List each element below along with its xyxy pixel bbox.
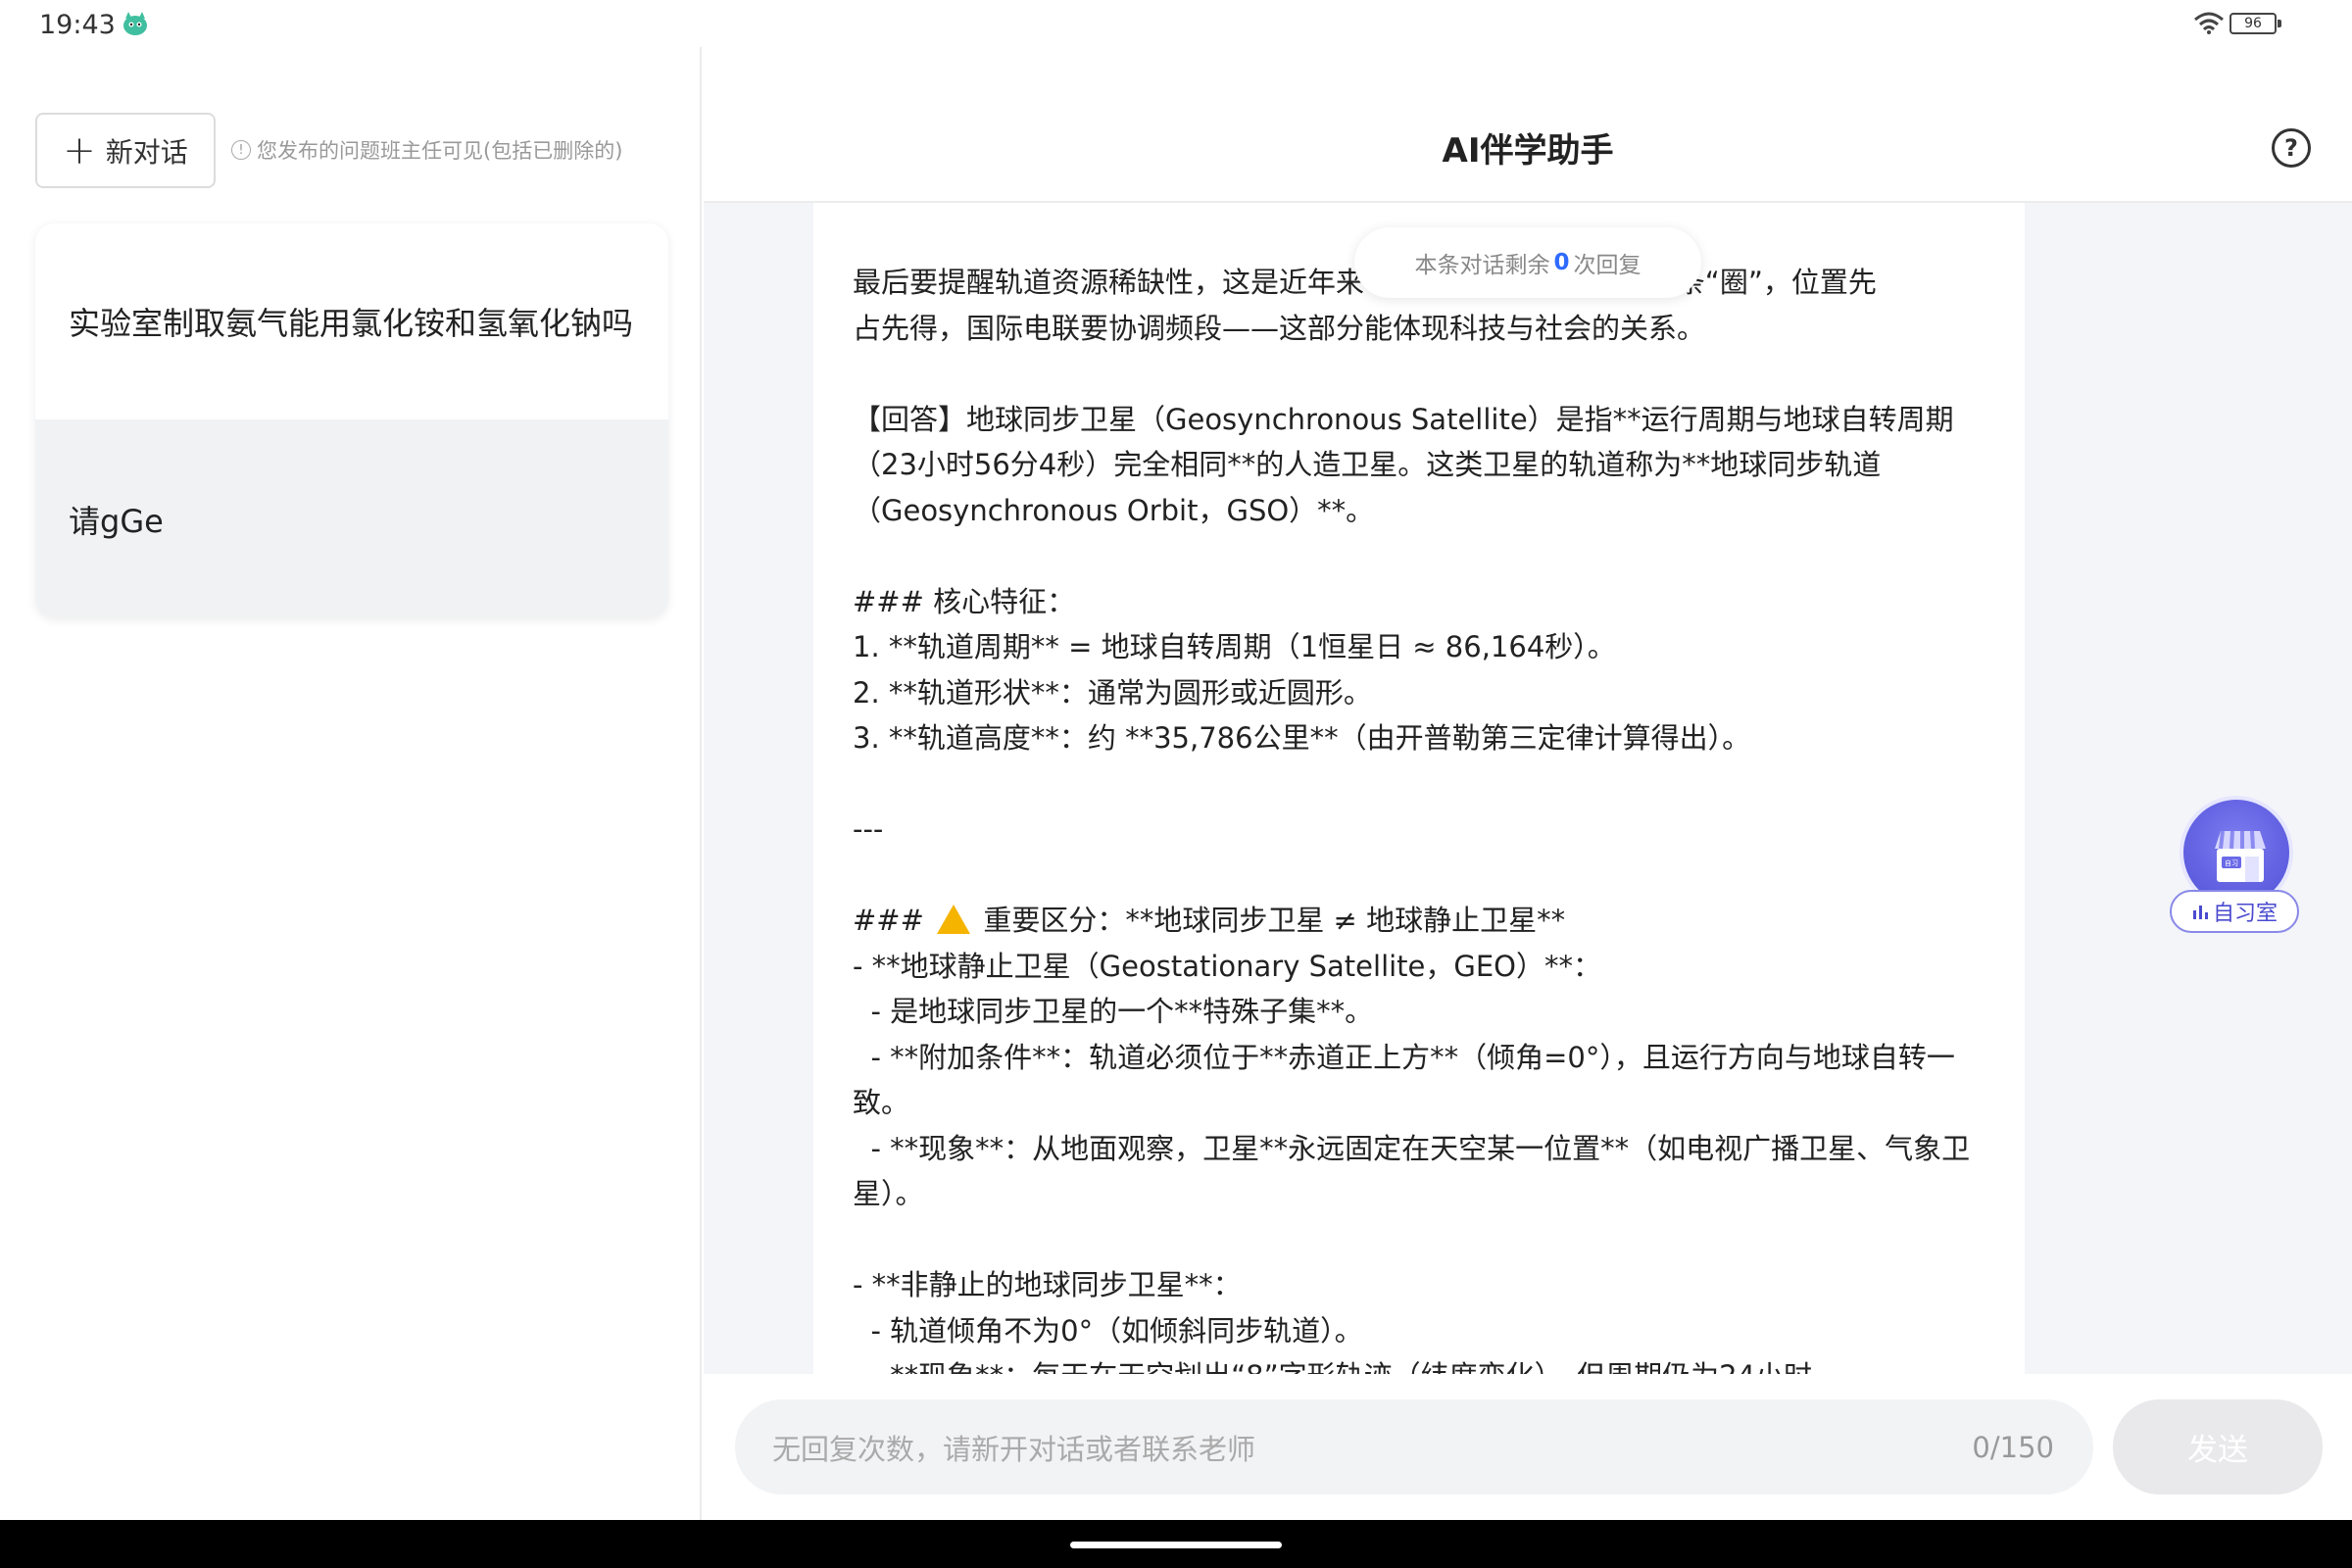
message-line: 占先得，国际电联要协调频段——这部分能体现科技与社会的关系。 — [853, 311, 1706, 345]
remaining-suffix: 次回复 — [1573, 253, 1642, 278]
char-counter: 0/150 — [1972, 1431, 2054, 1464]
remaining-prefix: 本条对话剩余 — [1414, 253, 1550, 278]
warning-heading-text: 重要区分：**地球同步卫星 ≠ 地球静止卫星** — [974, 904, 1566, 937]
remaining-replies-badge: 本条对话剩余 0 次回复 — [1354, 227, 1701, 298]
system-nav-bar — [0, 1520, 2352, 1568]
status-time: 19:43 — [39, 10, 116, 40]
message-line — [853, 761, 1985, 808]
history-item-title: 请gGe — [69, 502, 164, 540]
new-chat-button[interactable]: + 新对话 — [35, 113, 216, 188]
warning-heading-prefix: ### — [853, 904, 934, 937]
shop-icon: 自习 — [2215, 830, 2266, 882]
message-line: 3. **轨道高度**：约 **35,786公里**（由开普勒第三定律计算得出）… — [853, 721, 1751, 755]
message-line: （Geosynchronous Orbit，GSO）**。 — [853, 493, 1375, 527]
info-icon: ! — [231, 140, 251, 160]
history-list: 实验室制取氨气能用氯化铵和氢氧化钠吗 请gGe — [35, 223, 668, 618]
message-line: （23小时56分4秒）完全相同**的人造卫星。这类卫星的轨道称为**地球同步轨道 — [853, 448, 1882, 481]
message-line: 2. **轨道形状**：通常为圆形或近圆形。 — [853, 675, 1372, 710]
message-line: ### 核心特征： — [853, 584, 1076, 618]
study-room-label: 自习室 — [2212, 902, 2278, 926]
history-item-active[interactable]: 请gGe — [35, 419, 668, 618]
new-chat-label: 新对话 — [105, 135, 188, 169]
message-line: - 是地球同步卫星的一个**特殊子集**。 — [853, 995, 1374, 1028]
study-room-button[interactable]: 自习 自习室 — [2170, 796, 2303, 943]
message-line: - **现象**：从地面观察，卫星**永远固定在天空某一位置**（如电视广播卫星… — [853, 1131, 1971, 1165]
answer-bubble: 最后要提醒轨道资源稀缺性，这是近年来 ，只有一条“圈”，位置先 占先得，国际电联… — [813, 203, 2025, 1374]
message-line: - 轨道倾角不为0°（如倾斜同步轨道）。 — [853, 1313, 1363, 1348]
message-line — [853, 351, 1985, 397]
chat-header: AI伴学助手 ? — [704, 47, 2352, 203]
page-title: AI伴学助手 — [1442, 131, 1614, 171]
wifi-icon — [2194, 12, 2224, 34]
message-input-placeholder: 无回复次数，请新开对话或者联系老师 — [772, 1432, 1256, 1466]
remaining-count: 0 — [1553, 250, 1570, 275]
study-room-label-pill: 自习室 — [2170, 890, 2299, 933]
visibility-notice: ! 您发布的问题班主任可见(包括已删除的) — [231, 135, 622, 165]
status-bar: 19:43 96 — [0, 0, 2352, 47]
message-input[interactable]: 无回复次数，请新开对话或者联系老师 0/150 — [735, 1399, 2093, 1494]
message-line: 1. **轨道周期** = 地球自转周期（1恒星日 ≈ 86,164秒）。 — [853, 630, 1616, 663]
plus-icon: + — [63, 127, 96, 173]
chat-area[interactable]: 最后要提醒轨道资源稀缺性，这是近年来 ，只有一条“圈”，位置先 占先得，国际电联… — [704, 203, 2352, 1374]
message-line: 【回答】地球同步卫星（Geosynchronous Satellite）是指**… — [853, 402, 1954, 436]
shop-sign: 自习 — [2225, 858, 2238, 867]
mascot-icon — [123, 12, 147, 35]
message-line — [853, 533, 1985, 579]
send-button[interactable]: 发送 — [2113, 1399, 2323, 1494]
message-line — [853, 853, 1985, 899]
bar-chart-icon — [2192, 906, 2208, 919]
message-line: 星）。 — [853, 1177, 924, 1210]
notice-text: 您发布的问题班主任可见(包括已删除的) — [257, 139, 623, 163]
message-line: --- — [853, 812, 884, 846]
history-item[interactable]: 实验室制取氨气能用氯化铵和氢氧化钠吗 — [35, 223, 668, 419]
message-line: - **非静止的地球同步卫星**： — [853, 1268, 1242, 1301]
message-line: - **附加条件**：轨道必须位于**赤道正上方**（倾角=0°），且运行方向与… — [853, 1040, 1955, 1074]
message-line: - **现象**：每天在天空划出“8”字形轨迹（纬度变化），但周期仍为24小时。 — [853, 1353, 1985, 1374]
warning-icon — [937, 905, 971, 934]
help-icon[interactable]: ? — [2272, 128, 2311, 168]
input-bar: 无回复次数，请新开对话或者联系老师 0/150 发送 — [704, 1374, 2352, 1520]
message-line: - **地球静止卫星（Geostationary Satellite，GEO）*… — [853, 949, 1602, 983]
message-line: 致。 — [853, 1086, 910, 1119]
history-item-title: 实验室制取氨气能用氯化铵和氢氧化钠吗 — [69, 305, 634, 342]
message-line — [853, 1217, 1985, 1263]
warning-heading: ### 重要区分：**地球同步卫星 ≠ 地球静止卫星** — [853, 898, 1985, 944]
home-indicator[interactable] — [1070, 1542, 1282, 1548]
sidebar: + 新对话 ! 您发布的问题班主任可见(包括已删除的) 实验室制取氨气能用氯化铵… — [0, 47, 702, 1520]
battery-icon: 96 — [2230, 13, 2281, 34]
